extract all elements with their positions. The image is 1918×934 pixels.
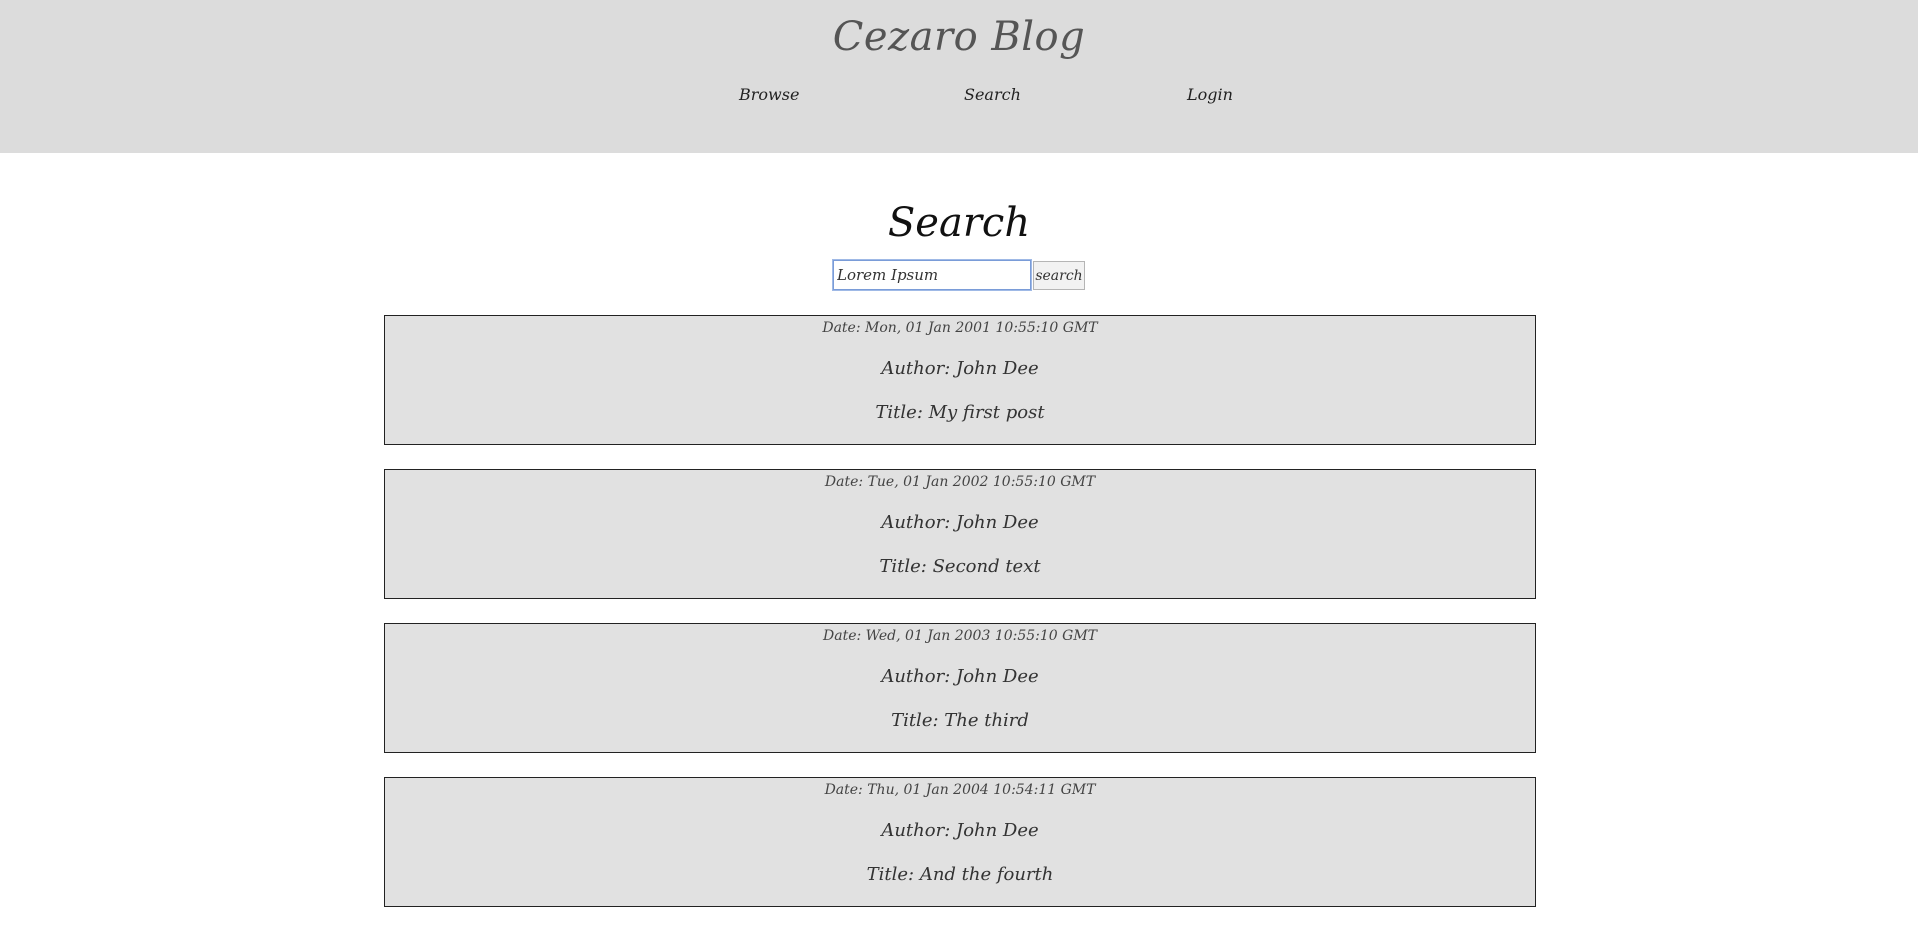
nav-login-link[interactable]: Login xyxy=(1187,85,1233,104)
site-header: Cezaro Blog Browse Search Login xyxy=(0,0,1918,153)
post-title: Title: Second text xyxy=(879,556,1041,577)
post-author: Author: John Dee xyxy=(881,820,1039,841)
post-author: Author: John Dee xyxy=(881,512,1039,533)
post-card[interactable]: Date: Wed, 01 Jan 2003 10:55:10 GMT Auth… xyxy=(384,623,1536,753)
post-author: Author: John Dee xyxy=(881,666,1039,687)
post-title: Title: And the fourth xyxy=(866,864,1054,885)
post-author: Author: John Dee xyxy=(881,358,1039,379)
post-card[interactable]: Date: Mon, 01 Jan 2001 10:55:10 GMT Auth… xyxy=(384,315,1536,445)
post-date: Date: Tue, 01 Jan 2002 10:55:10 GMT xyxy=(824,474,1096,490)
site-title: Cezaro Blog xyxy=(832,14,1086,60)
page-title: Search xyxy=(887,200,1031,246)
search-input[interactable] xyxy=(832,259,1032,291)
post-date: Date: Thu, 01 Jan 2004 10:54:11 GMT xyxy=(824,782,1096,798)
post-card[interactable]: Date: Tue, 01 Jan 2002 10:55:10 GMT Auth… xyxy=(384,469,1536,599)
nav-search-link[interactable]: Search xyxy=(964,85,1021,104)
post-title: Title: The third xyxy=(891,710,1029,731)
post-date: Date: Wed, 01 Jan 2003 10:55:10 GMT xyxy=(823,628,1097,644)
nav-browse-link[interactable]: Browse xyxy=(739,85,799,104)
post-title: Title: My first post xyxy=(875,402,1045,423)
post-card[interactable]: Date: Thu, 01 Jan 2004 10:54:11 GMT Auth… xyxy=(384,777,1536,907)
search-button[interactable]: search xyxy=(1033,261,1085,290)
post-date: Date: Mon, 01 Jan 2001 10:55:10 GMT xyxy=(822,320,1098,336)
